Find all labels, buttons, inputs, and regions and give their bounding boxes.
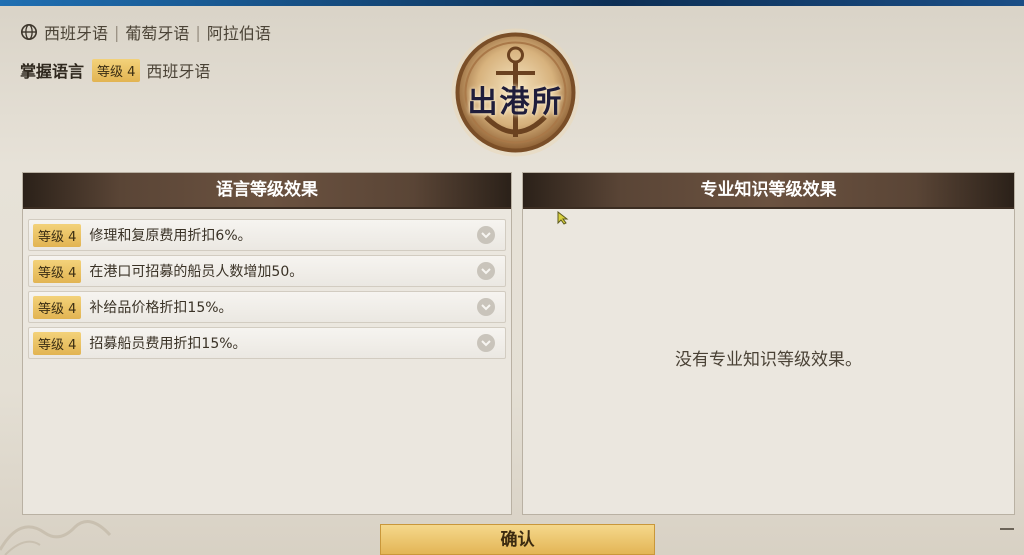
- mastery-language: 西班牙语: [146, 62, 211, 81]
- cursor-icon: [557, 211, 569, 225]
- language-item: 阿拉伯语: [206, 24, 271, 43]
- empty-state-text: 没有专业知识等级效果。: [675, 350, 862, 370]
- ornament-decoration: [0, 520, 112, 555]
- confirm-button[interactable]: 确认: [380, 524, 655, 555]
- level-badge: 等级 4: [33, 223, 82, 247]
- globe-icon: [20, 23, 38, 41]
- divider: |: [114, 22, 120, 42]
- level-badge: 等级 4: [92, 58, 141, 82]
- chevron-down-icon[interactable]: [477, 334, 495, 352]
- language-list: 西班牙语 | 葡萄牙语 | 阿拉伯语: [20, 20, 271, 44]
- effect-text: 修理和复原费用折扣6%。: [89, 228, 252, 244]
- mastery-title: 掌握语言: [20, 62, 85, 81]
- chevron-down-icon[interactable]: [477, 298, 495, 316]
- minimize-icon[interactable]: [1000, 528, 1014, 530]
- emblem-title: 出港所: [467, 85, 564, 120]
- effect-row[interactable]: 等级 4 修理和复原费用折扣6%。: [28, 219, 506, 251]
- effect-text: 招募船员费用折扣15%。: [89, 336, 247, 352]
- harbor-office-emblem: 出港所: [448, 25, 583, 160]
- effect-text: 补给品价格折扣15%。: [89, 300, 233, 316]
- effect-row[interactable]: 等级 4 补给品价格折扣15%。: [28, 291, 506, 323]
- chevron-down-icon[interactable]: [477, 262, 495, 280]
- effect-row[interactable]: 等级 4 招募船员费用折扣15%。: [28, 327, 506, 359]
- panel-header: 专业知识等级效果: [523, 173, 1014, 209]
- top-stripe: [0, 0, 1024, 6]
- language-item: 西班牙语: [44, 24, 109, 43]
- expertise-effects-panel: 专业知识等级效果 没有专业知识等级效果。: [522, 172, 1015, 515]
- language-effects-panel: 语言等级效果 等级 4 修理和复原费用折扣6%。 等级 4 在港口可招募的船员人…: [22, 172, 512, 515]
- level-badge: 等级 4: [33, 331, 82, 355]
- effect-text: 在港口可招募的船员人数增加50。: [89, 264, 304, 280]
- level-badge: 等级 4: [33, 259, 82, 283]
- divider: |: [195, 22, 201, 42]
- panel-header: 语言等级效果: [23, 173, 511, 209]
- level-badge: 等级 4: [33, 295, 82, 319]
- chevron-down-icon[interactable]: [477, 226, 495, 244]
- mastery-row: 掌握语言 等级 4 西班牙语: [20, 58, 210, 82]
- language-item: 葡萄牙语: [125, 24, 190, 43]
- effect-row[interactable]: 等级 4 在港口可招募的船员人数增加50。: [28, 255, 506, 287]
- effect-list: 等级 4 修理和复原费用折扣6%。 等级 4 在港口可招募的船员人数增加50。 …: [23, 209, 511, 359]
